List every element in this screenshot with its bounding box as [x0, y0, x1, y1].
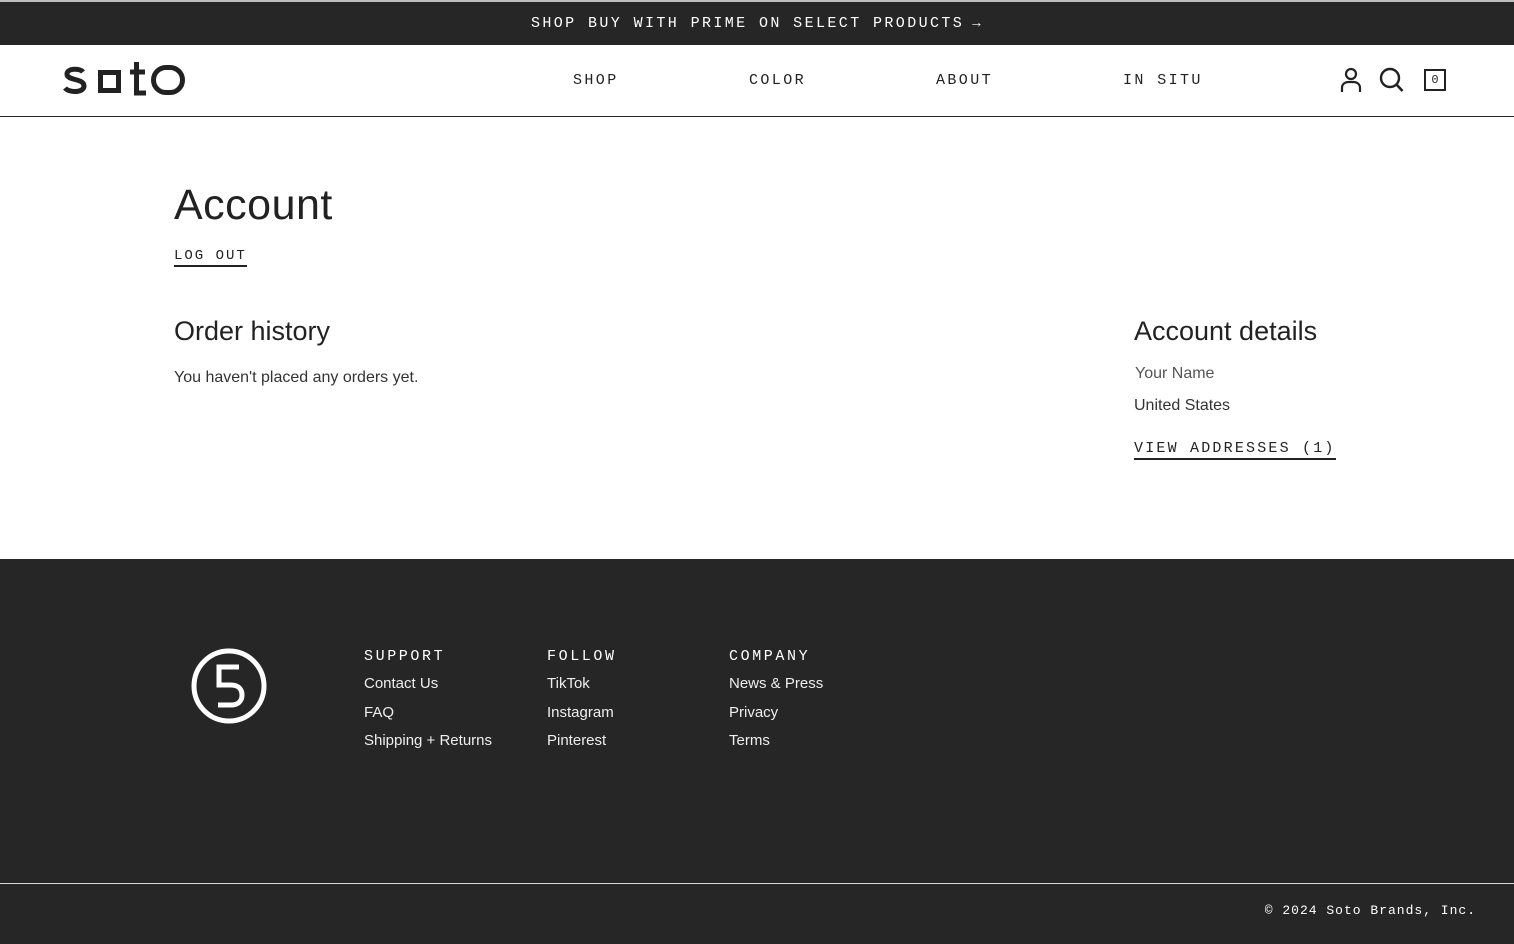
footer-link-shipping-returns[interactable]: Shipping + Returns — [364, 731, 492, 760]
footer-link-instagram[interactable]: Instagram — [547, 703, 617, 732]
arrow-right-icon: → — [972, 15, 984, 32]
account-name: Your Name — [1135, 365, 1215, 382]
order-history-heading: Order history — [174, 316, 331, 346]
announcement-link[interactable]: SHOP BUY WITH PRIME ON SELECT PRODUCTS → — [531, 15, 983, 32]
footer-link-tiktok[interactable]: TikTok — [547, 674, 617, 703]
footer-link-terms[interactable]: Terms — [729, 731, 823, 760]
view-addresses-link[interactable]: VIEW ADDRESSES (1) — [1134, 440, 1336, 460]
footer-link-pinterest[interactable]: Pinterest — [547, 731, 617, 760]
cart-count: 0 — [1431, 73, 1439, 87]
copyright-text: © 2024 Soto Brands, Inc. — [1264, 903, 1476, 918]
footer-link-faq[interactable]: FAQ — [364, 703, 492, 732]
site-header: SHOP COLOR ABOUT IN SITU 0 — [0, 45, 1514, 117]
account-country: United States — [1134, 397, 1231, 414]
nav-color[interactable]: COLOR — [749, 72, 806, 89]
footer-link-news-press[interactable]: News & Press — [729, 674, 823, 703]
soto-monogram-icon — [191, 648, 267, 724]
account-details-heading: Account details — [1134, 316, 1318, 346]
soto-logo — [63, 62, 185, 96]
search-icon — [1379, 67, 1404, 92]
cart-icon: 0 — [1424, 69, 1446, 91]
footer-heading-support: SUPPORT — [364, 648, 446, 665]
announcement-bar: SHOP BUY WITH PRIME ON SELECT PRODUCTS → — [0, 0, 1514, 45]
nav-in-situ[interactable]: IN SITU — [1123, 72, 1203, 89]
logout-link[interactable]: LOG OUT — [174, 248, 247, 267]
nav-about[interactable]: ABOUT — [936, 72, 993, 89]
announcement-text: SHOP BUY WITH PRIME ON SELECT PRODUCTS — [530, 15, 965, 32]
footer-link-privacy[interactable]: Privacy — [729, 703, 823, 732]
footer-column-support: SUPPORT Contact Us FAQ Shipping + Return… — [364, 648, 492, 760]
account-icon — [1340, 67, 1362, 92]
footer-heading-follow: FOLLOW — [547, 648, 617, 665]
footer-heading-company: COMPANY — [729, 648, 811, 665]
footer-link-contact-us[interactable]: Contact Us — [364, 674, 492, 703]
account-page: Account LOG OUT Order history You haven'… — [0, 117, 1514, 559]
footer-divider — [0, 883, 1514, 884]
page-title: Account — [174, 181, 333, 229]
nav-shop[interactable]: SHOP — [573, 72, 619, 89]
order-history-empty-message: You haven't placed any orders yet. — [174, 369, 419, 386]
footer-column-follow: FOLLOW TikTok Instagram Pinterest — [547, 648, 617, 760]
footer-column-company: COMPANY News & Press Privacy Terms — [729, 648, 823, 760]
site-footer: SUPPORT Contact Us FAQ Shipping + Return… — [0, 559, 1514, 944]
